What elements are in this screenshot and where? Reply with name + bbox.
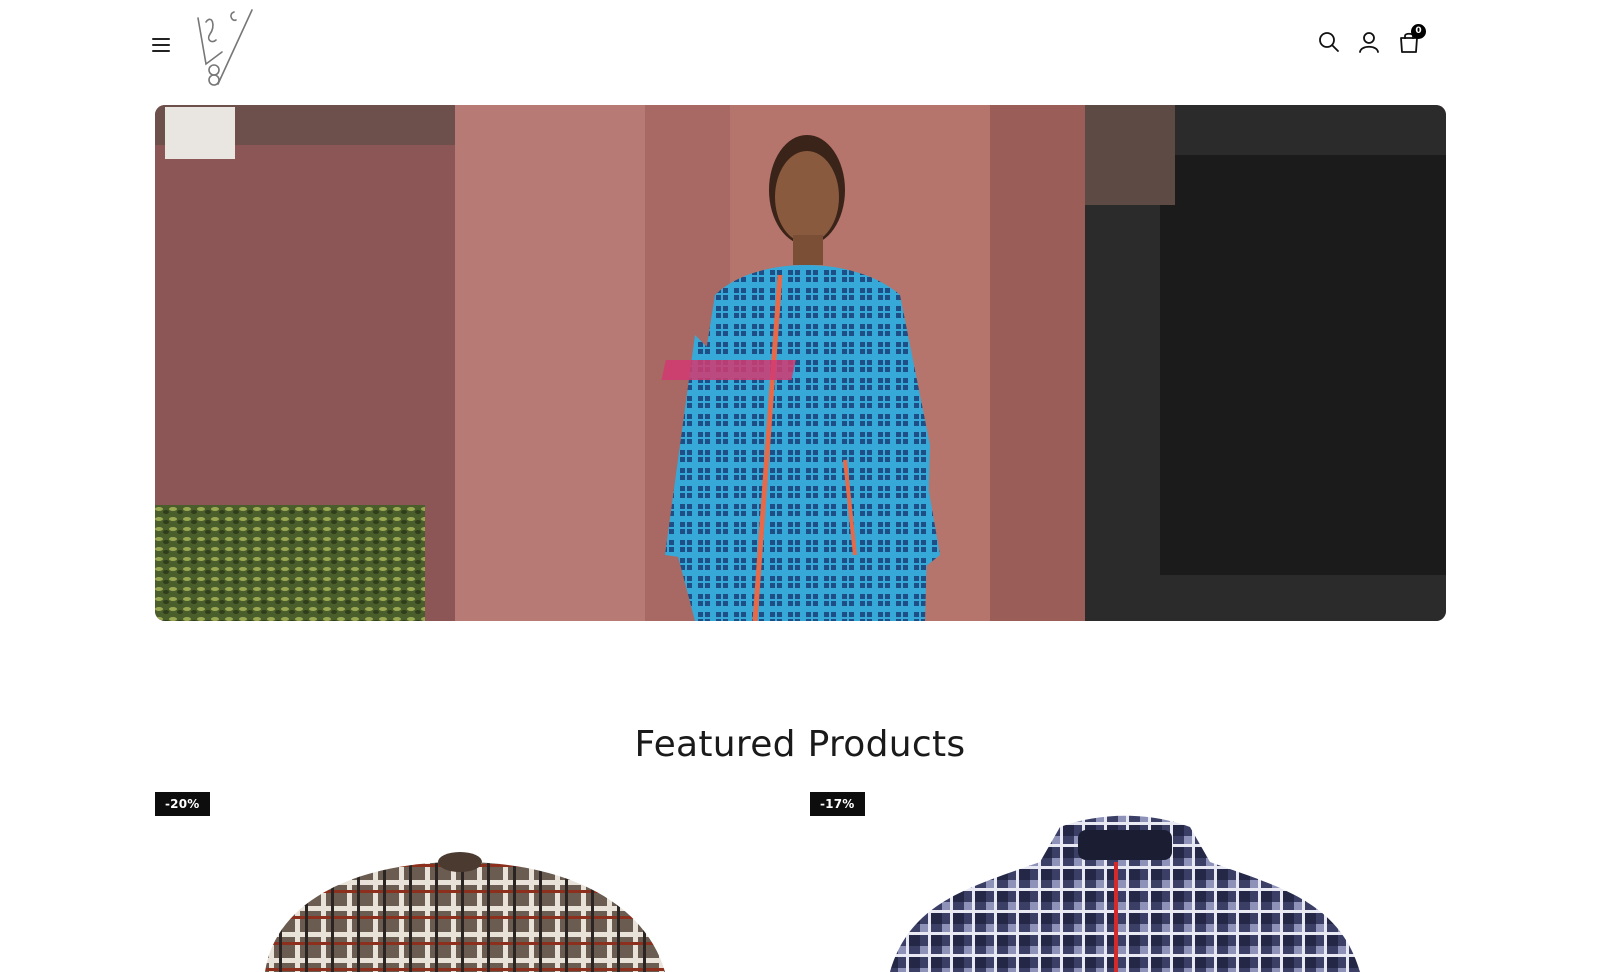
product-card[interactable]: -20% [155, 792, 795, 972]
plaid-cap-image[interactable] [155, 792, 795, 972]
navy-check-jacket-image[interactable] [810, 792, 1450, 972]
discount-badge: -17% [810, 792, 865, 816]
site-header: 0 [0, 0, 1600, 104]
hamburger-menu-icon[interactable] [152, 35, 172, 53]
product-card[interactable]: -17% [810, 792, 1450, 972]
brand-logo[interactable] [192, 4, 256, 86]
cart-bag-icon[interactable]: 0 [1398, 24, 1426, 54]
discount-badge: -20% [155, 792, 210, 816]
cart-count-badge: 0 [1411, 24, 1426, 39]
header-icons: 0 [1318, 24, 1426, 54]
account-icon[interactable] [1358, 30, 1380, 54]
featured-products-title: Featured Products [634, 723, 966, 765]
search-icon[interactable] [1318, 30, 1340, 54]
hero-banner-image[interactable] [155, 105, 1446, 621]
